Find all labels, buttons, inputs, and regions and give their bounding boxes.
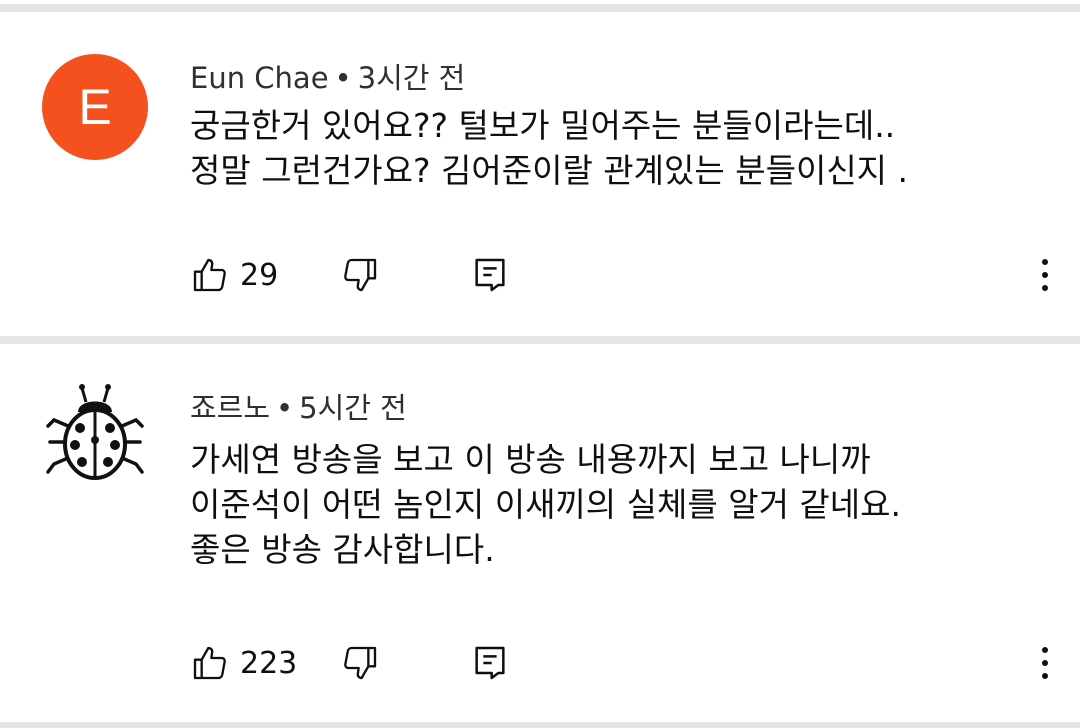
divider-middle	[0, 336, 1080, 344]
like-count: 223	[240, 645, 298, 681]
like-count: 29	[240, 257, 279, 293]
author-name[interactable]: 죠르노	[190, 391, 270, 425]
thumbs-up-icon	[193, 646, 226, 680]
thumbs-down-icon	[344, 646, 377, 680]
reply-icon	[475, 258, 505, 292]
avatar[interactable]	[42, 382, 148, 488]
comment-actions: 29	[190, 252, 1060, 298]
divider-bottom	[0, 722, 1080, 728]
comment-meta: 죠르노 • 5시간 전	[190, 385, 407, 427]
author-name[interactable]: Eun Chae	[190, 61, 329, 95]
comment-line: 가세연 방송을 보고 이 방송 내용까지 보고 나니까	[190, 440, 871, 479]
like-button[interactable]: 29	[190, 252, 278, 298]
more-options-button[interactable]	[1030, 640, 1060, 686]
reply-button[interactable]	[470, 252, 510, 298]
comment-time[interactable]: 5시간 전	[299, 391, 407, 425]
reply-icon	[475, 646, 505, 680]
comment-line: 정말 그런건가요? 김어준이랄 관계있는 분들이신지 .	[190, 151, 909, 190]
like-button[interactable]: 223	[190, 640, 297, 686]
divider-top	[0, 4, 1080, 12]
avatar[interactable]: E	[42, 54, 148, 160]
comment-actions: 223	[190, 640, 1060, 686]
meta-separator: •	[334, 61, 352, 95]
thumbs-down-icon	[344, 258, 377, 292]
more-vertical-icon	[1042, 259, 1048, 291]
thumbs-up-icon	[193, 258, 226, 292]
comment-line: 이준석이 어떤 놈인지 이새끼의 실체를 알거 같네요.	[190, 485, 901, 524]
comment-meta: Eun Chae • 3시간 전	[190, 55, 465, 97]
meta-separator: •	[276, 391, 294, 425]
more-options-button[interactable]	[1030, 252, 1060, 298]
reply-button[interactable]	[470, 640, 510, 686]
dislike-button[interactable]	[340, 640, 380, 686]
comment-text: 가세연 방송을 보고 이 방송 내용까지 보고 나니까 이준석이 어떤 놈인지 …	[190, 437, 1050, 572]
comment-line: 좋은 방송 감사합니다.	[190, 530, 495, 569]
more-vertical-icon	[1042, 647, 1048, 679]
comment-text: 궁금한거 있어요?? 털보가 밀어주는 분들이라는데.. 정말 그런건가요? 김…	[190, 103, 1050, 193]
comment-time[interactable]: 3시간 전	[358, 61, 466, 95]
ladybug-icon	[46, 384, 144, 480]
comment-line: 궁금한거 있어요?? 털보가 밀어주는 분들이라는데..	[190, 106, 896, 145]
avatar-letter: E	[78, 79, 112, 135]
dislike-button[interactable]	[340, 252, 380, 298]
